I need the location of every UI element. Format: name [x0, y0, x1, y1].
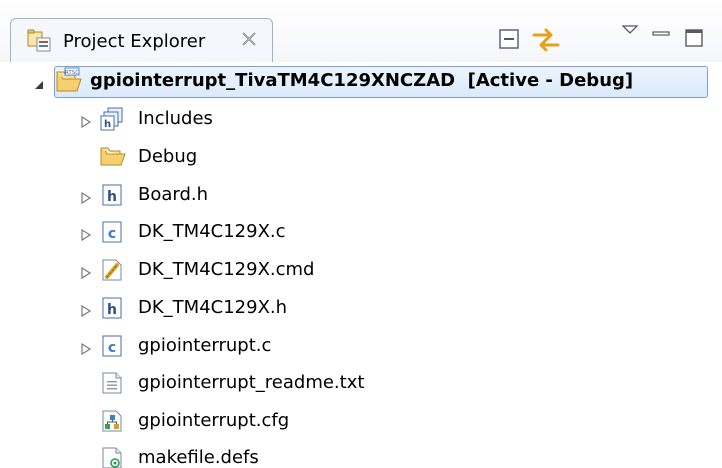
file-name: DK_TM4C129X.h — [138, 297, 288, 318]
cmd-file-icon — [99, 257, 125, 283]
h-file-icon: h — [99, 182, 125, 208]
collapsed-arrow-icon[interactable] — [80, 190, 92, 205]
rtsc-badge: RTSC — [65, 70, 79, 76]
tree-row-dk-h[interactable]: h DK_TM4C129X.h — [0, 290, 722, 326]
file-name: Includes — [138, 108, 213, 129]
project-explorer-icon — [26, 28, 54, 54]
tree-row-dk-c[interactable]: c DK_TM4C129X.c — [0, 214, 722, 250]
view-title-bar: Project Explorer — [0, 0, 722, 63]
tree-row-debug[interactable]: Debug — [0, 139, 722, 175]
c-file-icon: c — [99, 219, 125, 245]
collapsed-arrow-icon[interactable] — [80, 341, 92, 356]
tree-row-includes[interactable]: h Includes — [0, 101, 722, 137]
file-name: gpiointerrupt.cfg — [138, 410, 290, 431]
minimize-icon[interactable] — [650, 26, 676, 52]
makefile-icon — [99, 445, 125, 468]
file-name: DK_TM4C129X.c — [138, 221, 286, 242]
project-explorer-view: Project Explorer RTSC gpiointerrupt_Tiva… — [0, 0, 722, 468]
svg-text:h: h — [107, 302, 117, 318]
collapsed-arrow-icon[interactable] — [80, 303, 92, 318]
svg-text:h: h — [107, 189, 117, 205]
tree-row-dk-cmd[interactable]: DK_TM4C129X.cmd — [0, 252, 722, 288]
project-name: gpiointerrupt_TivaTM4C129XNCZAD [Active … — [90, 70, 634, 91]
svg-text:h: h — [104, 119, 111, 130]
collapse-all-icon[interactable] — [497, 27, 523, 53]
tree-row-project[interactable]: RTSC gpiointerrupt_TivaTM4C129XNCZAD [Ac… — [0, 63, 722, 99]
svg-text:c: c — [108, 340, 116, 356]
collapsed-arrow-icon[interactable] — [80, 114, 92, 129]
tree-row-cfg[interactable]: gpiointerrupt.cfg — [0, 403, 722, 439]
collapsed-arrow-icon[interactable] — [80, 227, 92, 242]
link-with-editor-icon[interactable] — [531, 25, 560, 52]
text-file-icon — [99, 370, 125, 396]
tree-row-makefile[interactable]: makefile.defs — [0, 440, 722, 468]
view-menu-icon[interactable] — [620, 22, 646, 48]
maximize-icon[interactable] — [683, 27, 709, 53]
cfg-file-icon — [99, 408, 125, 434]
project-status: [Active - Debug] — [467, 70, 634, 91]
h-file-icon: h — [99, 295, 125, 321]
file-name: gpiointerrupt.c — [138, 335, 272, 356]
file-name: Debug — [138, 146, 198, 167]
close-view-icon[interactable] — [238, 28, 260, 50]
file-name: makefile.defs — [138, 447, 259, 468]
expanded-arrow-icon[interactable] — [33, 76, 45, 90]
project-tree: RTSC gpiointerrupt_TivaTM4C129XNCZAD [Ac… — [0, 62, 722, 468]
tree-row-gpiointerrupt-c[interactable]: c gpiointerrupt.c — [0, 328, 722, 364]
rtsc-project-icon: RTSC — [55, 67, 82, 93]
folder-icon — [99, 144, 126, 170]
file-name: gpiointerrupt_readme.txt — [138, 372, 365, 393]
tree-row-readme[interactable]: gpiointerrupt_readme.txt — [0, 365, 722, 401]
view-title: Project Explorer — [63, 31, 206, 52]
c-file-icon: c — [99, 333, 125, 359]
svg-text:c: c — [108, 226, 116, 242]
project-explorer-tab[interactable]: Project Explorer — [10, 18, 273, 62]
file-name: Board.h — [138, 184, 209, 205]
file-name: DK_TM4C129X.cmd — [138, 259, 315, 280]
collapsed-arrow-icon[interactable] — [80, 265, 92, 280]
tree-row-board-h[interactable]: h Board.h — [0, 177, 722, 213]
includes-icon: h — [99, 106, 125, 132]
